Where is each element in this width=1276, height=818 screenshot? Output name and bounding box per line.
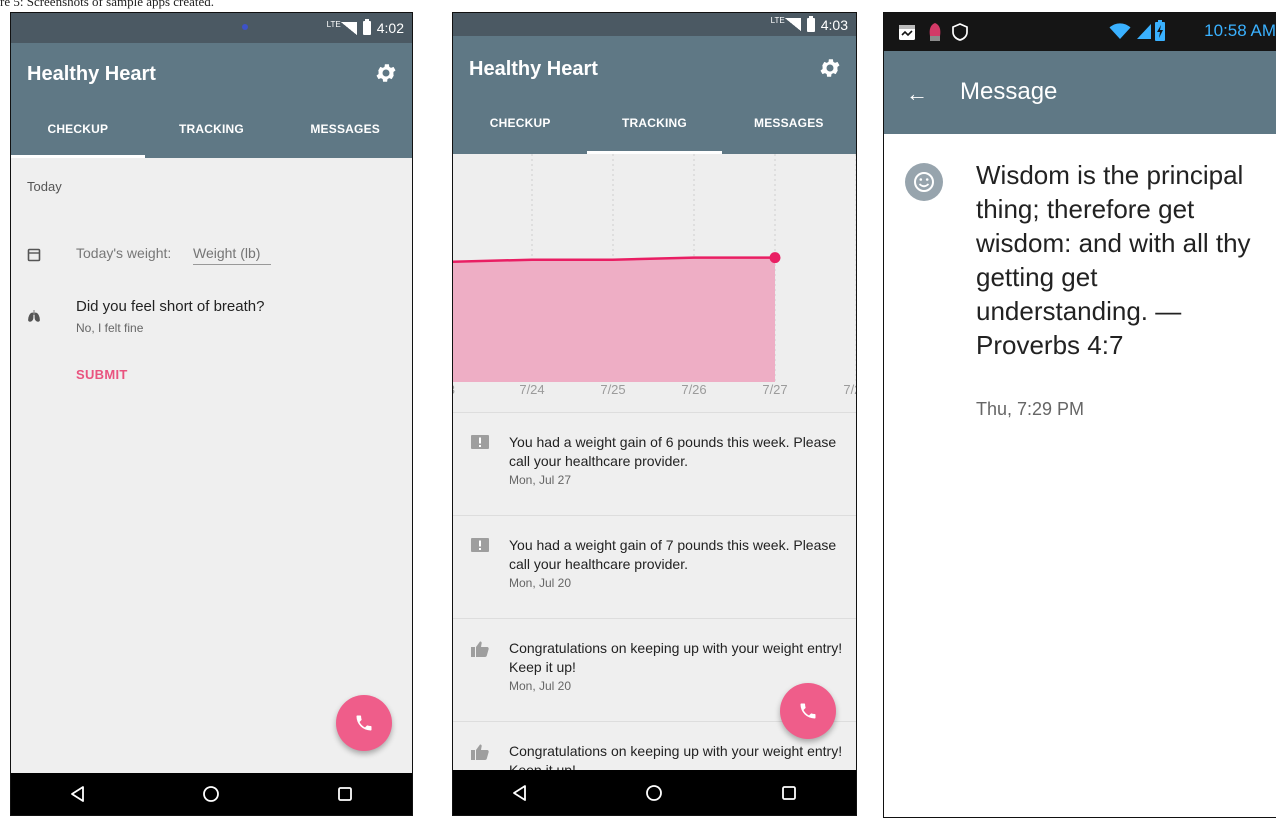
back-nav-icon[interactable] <box>69 785 87 803</box>
back-arrow-icon[interactable]: ← <box>906 81 928 107</box>
message-body: Wisdom is the principal thing; therefore… <box>976 160 1251 360</box>
weight-chart-svg: 23 7/24 7/25 7/26 7/27 7/28 <box>453 154 857 397</box>
app-title: Healthy Heart <box>469 58 598 80</box>
feed-item-date: Mon, Jul 27 <box>509 473 572 487</box>
status-bar: LTE 4:02 <box>11 13 412 43</box>
chart-data-point <box>769 252 781 264</box>
status-bar: LTE 4:03 <box>453 13 856 36</box>
weight-label: Today's weight: <box>76 245 172 261</box>
weight-input[interactable] <box>193 245 271 265</box>
calendar-icon <box>899 25 915 40</box>
app-bar: Healthy Heart CHECKUP TRACKING MESSAGES <box>453 36 856 154</box>
battery-icon <box>806 15 815 32</box>
status-time: 4:03 <box>820 16 848 33</box>
tab-checkup[interactable]: CHECKUP <box>453 102 587 154</box>
alert-icon <box>471 538 489 552</box>
chart-tick-label: 7/25 <box>600 382 625 397</box>
weight-chart: 23 7/24 7/25 7/26 7/27 7/28 <box>453 154 856 412</box>
message-feed: You had a weight gain of 6 pounds this w… <box>453 412 856 815</box>
page-title: Message <box>960 78 1058 105</box>
avatar <box>905 163 943 201</box>
battery-charging-icon <box>1155 20 1165 41</box>
feed-item-text: You had a weight gain of 6 pounds this w… <box>509 434 837 469</box>
feed-item-text: Congratulations on keeping up with your … <box>509 640 843 675</box>
smiley-icon <box>914 172 934 192</box>
chart-tick-label: 7/27 <box>762 382 787 397</box>
system-nav-bar <box>11 773 412 815</box>
section-label-today: Today <box>27 179 62 194</box>
phone-checkup-screen: LTE 4:02 Healthy Heart CHECKUP TRACKING … <box>10 12 413 816</box>
feed-item[interactable]: You had a weight gain of 6 pounds this w… <box>453 412 856 515</box>
notification-dot-icon <box>242 24 248 30</box>
call-fab-button[interactable] <box>336 695 392 751</box>
message-timestamp: Thu, 7:29 PM <box>976 399 1085 419</box>
tab-tracking[interactable]: TRACKING <box>587 102 722 154</box>
phone-icon <box>356 715 372 731</box>
phone-icon <box>800 703 816 719</box>
app-title: Healthy Heart <box>27 63 156 85</box>
wifi-icon <box>1109 23 1131 39</box>
vpn-shield-icon <box>952 23 968 41</box>
feed-item[interactable]: You had a weight gain of 7 pounds this w… <box>453 515 856 618</box>
chart-tick-label: 7/28 <box>843 382 857 397</box>
chart-tick-label: 7/26 <box>681 382 706 397</box>
chart-area-fill <box>453 257 775 382</box>
app-bar: ← Message <box>884 51 1276 134</box>
feed-item-date: Mon, Jul 20 <box>509 679 572 693</box>
home-nav-icon[interactable] <box>645 784 663 802</box>
lte-icon: LTE <box>770 16 785 25</box>
app-notification-icon <box>929 23 941 41</box>
recents-nav-icon[interactable] <box>780 784 798 802</box>
gear-icon[interactable] <box>374 61 398 85</box>
recents-nav-icon[interactable] <box>336 785 354 803</box>
phone-message-screen: 10:58 AM ← Message Wisdom is the princip… <box>883 12 1276 818</box>
status-time: 10:58 AM <box>1204 21 1276 40</box>
system-nav-bar <box>453 770 856 815</box>
tab-messages[interactable]: MESSAGES <box>722 102 856 154</box>
chart-tick-label: 23 <box>453 382 455 397</box>
feed-item-text: You had a weight gain of 7 pounds this w… <box>509 537 837 572</box>
tab-tracking[interactable]: TRACKING <box>145 108 279 158</box>
status-bar: 10:58 AM <box>884 13 1276 51</box>
battery-icon <box>362 19 371 35</box>
thumbs-up-icon <box>471 744 489 760</box>
lte-icon: LTE <box>326 20 341 29</box>
thumbs-up-icon <box>471 641 489 657</box>
page-caption: re 5: Screenshots of sample apps created… <box>0 0 215 9</box>
tab-messages[interactable]: MESSAGES <box>278 108 412 158</box>
chart-tick-label: 7/24 <box>519 382 544 397</box>
lungs-icon <box>28 310 40 322</box>
tab-bar: CHECKUP TRACKING MESSAGES <box>11 108 412 158</box>
back-nav-icon[interactable] <box>511 784 529 802</box>
feed-item-date: Mon, Jul 20 <box>509 576 572 590</box>
breath-question[interactable]: Did you feel short of breath? <box>76 298 264 315</box>
home-nav-icon[interactable] <box>202 785 220 803</box>
cell-signal-icon <box>1137 24 1151 39</box>
breath-answer: No, I felt fine <box>76 321 144 335</box>
tab-bar: CHECKUP TRACKING MESSAGES <box>453 102 856 154</box>
phone-tracking-screen: LTE 4:03 Healthy Heart CHECKUP TRACKING … <box>452 12 857 816</box>
status-time: 4:02 <box>376 20 404 36</box>
signal-icon <box>340 21 357 35</box>
scale-icon <box>27 248 41 262</box>
signal-icon <box>784 18 801 31</box>
submit-button[interactable]: SUBMIT <box>76 367 128 382</box>
app-bar: Healthy Heart CHECKUP TRACKING MESSAGES <box>11 43 412 158</box>
gear-icon[interactable] <box>818 56 842 80</box>
alert-icon <box>471 435 489 449</box>
tab-checkup[interactable]: CHECKUP <box>11 108 145 158</box>
call-fab-button[interactable] <box>780 683 836 739</box>
